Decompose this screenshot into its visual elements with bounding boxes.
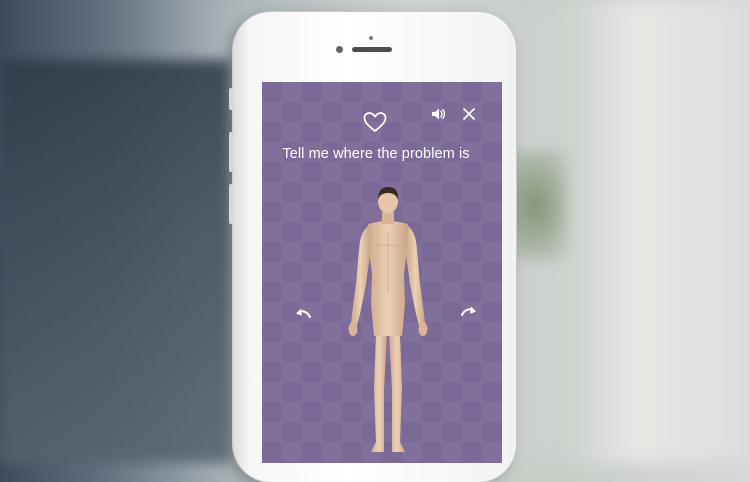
rotate-left-arrow-icon bbox=[296, 308, 311, 318]
body-region-left-hand bbox=[348, 322, 358, 336]
body-region-right-hand bbox=[418, 322, 428, 336]
background-pillar bbox=[560, 0, 750, 463]
heart-icon bbox=[363, 112, 387, 132]
app-screen: Tell me where the problem is bbox=[262, 82, 502, 463]
body-region-right-arm bbox=[406, 226, 425, 325]
mute-switch bbox=[229, 88, 234, 110]
background-window bbox=[0, 60, 230, 463]
front-camera bbox=[336, 46, 343, 53]
rotate-right-button[interactable] bbox=[460, 304, 478, 318]
earpiece-speaker bbox=[352, 47, 392, 52]
volume-down-button bbox=[229, 184, 234, 224]
close-icon bbox=[463, 108, 475, 120]
prompt-title: Tell me where the problem is bbox=[282, 146, 470, 162]
close-button[interactable] bbox=[461, 106, 477, 122]
volume-up-button bbox=[229, 132, 234, 172]
body-region-left-leg bbox=[371, 334, 387, 452]
rotate-left-button[interactable] bbox=[294, 306, 312, 320]
body-region-neck bbox=[382, 212, 394, 224]
rotate-right-arrow-icon bbox=[461, 306, 476, 316]
proximity-sensor bbox=[369, 36, 373, 40]
speaker-icon bbox=[432, 108, 446, 120]
sound-toggle-button[interactable] bbox=[430, 106, 446, 122]
body-map-figure[interactable] bbox=[338, 184, 438, 463]
body-region-right-leg bbox=[389, 334, 405, 452]
body-region-left-arm bbox=[351, 226, 370, 325]
heart-button[interactable] bbox=[362, 110, 388, 134]
